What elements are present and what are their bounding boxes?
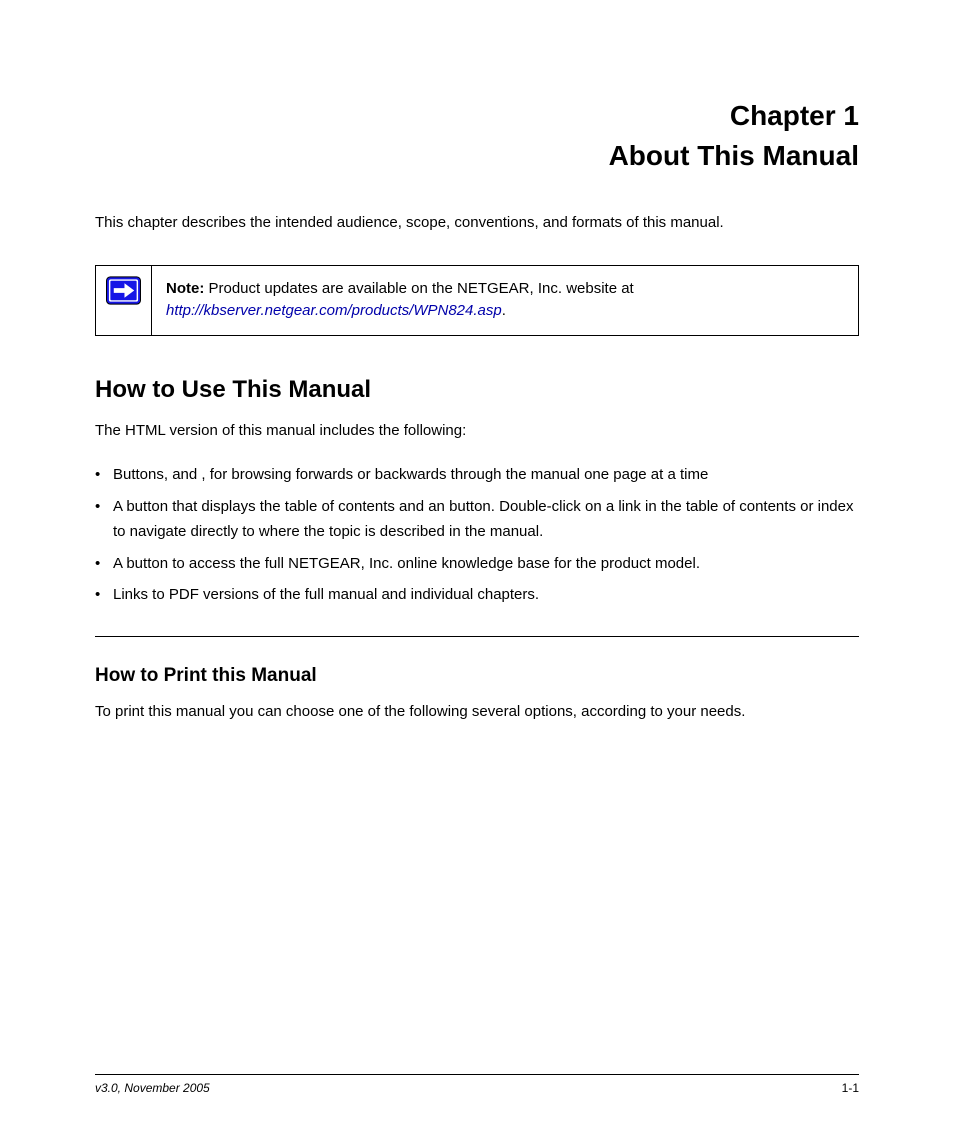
note-link[interactable]: http://kbserver.netgear.com/products/WPN… [166, 302, 502, 319]
arrow-right-icon [106, 276, 141, 305]
printing-text: To print this manual you can choose one … [95, 701, 859, 724]
how-to-use-text: The HTML version of this manual includes… [95, 420, 859, 443]
chapter-title: About This Manual [95, 140, 859, 172]
list-item: A button that displays the table of cont… [95, 494, 859, 545]
section-divider [95, 636, 859, 637]
footer-page-number: 1-1 [842, 1081, 859, 1095]
list-item: Buttons, and , for browsing forwards or … [95, 462, 859, 488]
section-heading-printing: How to Print this Manual [95, 665, 859, 687]
note-text-before: Product updates are available on the NET… [204, 280, 633, 297]
note-text: Note: Product updates are available on t… [152, 266, 858, 335]
chapter-label: Chapter 1 [95, 100, 859, 132]
intro-paragraph: This chapter describes the intended audi… [95, 212, 859, 235]
footer-version: v3.0, November 2005 [95, 1081, 210, 1095]
list-item: Links to PDF versions of the full manual… [95, 582, 859, 608]
section-heading-audience: How to Use This Manual [95, 376, 859, 404]
note-text-after: . [502, 302, 506, 319]
note-bold-prefix: Note: [166, 280, 204, 297]
features-list: Buttons, and , for browsing forwards or … [95, 462, 859, 608]
list-item: A button to access the full NETGEAR, Inc… [95, 551, 859, 577]
page-footer: v3.0, November 2005 1-1 [95, 1074, 859, 1095]
note-icon-cell [96, 266, 152, 335]
note-callout: Note: Product updates are available on t… [95, 265, 859, 336]
document-page: Chapter 1 About This Manual This chapter… [0, 0, 954, 723]
